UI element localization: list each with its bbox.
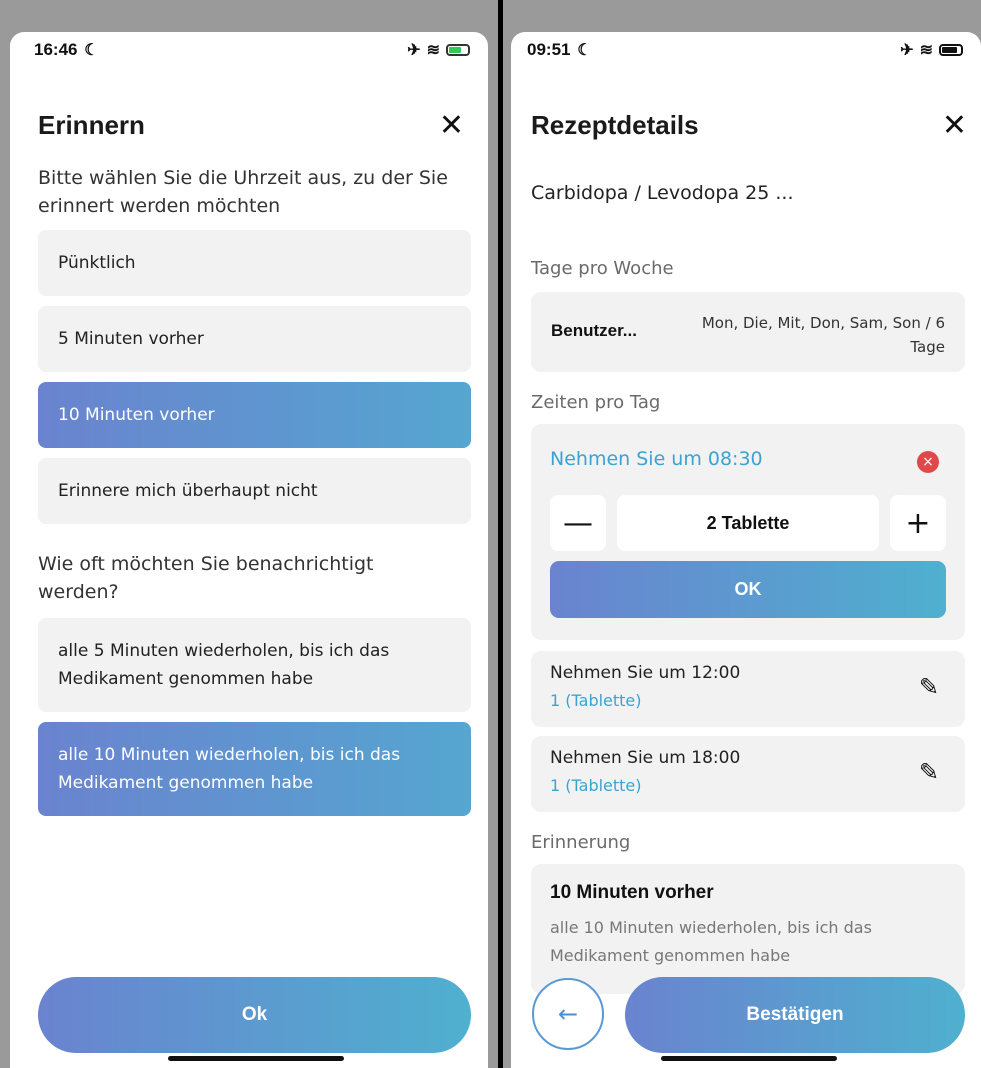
amount-value: 2 Tablette [617,495,879,551]
decrease-button[interactable]: — [550,495,606,551]
option-label: Erinnere mich überhaupt nicht [58,481,318,501]
wifi-icon: ≋ [426,42,440,59]
frequency-prompt: Wie oft möchten Sie benachrichtigt werde… [38,553,374,603]
battery-icon [939,44,963,56]
page-title: Rezeptdetails [531,110,699,140]
airplane-icon: ✈ [407,42,421,59]
home-indicator [661,1056,837,1061]
moon-icon: ☾ [84,42,99,59]
prescription-sheet: 09:51 ☾ ✈ ≋ Rezeptdetails ✕ Carbidopa / … [511,32,981,1068]
back-button[interactable]: ← [532,978,604,1050]
close-icon[interactable]: ✕ [439,108,464,143]
time-row-1800[interactable]: Nehmen Sie um 18:00 1 (Tablette) ✎ [531,736,965,812]
delete-time-icon[interactable]: × [917,451,939,473]
time-option-5-min[interactable]: 5 Minuten vorher [38,306,471,372]
reminder-card[interactable]: 10 Minuten vorher alle 10 Minuten wieder… [531,864,965,994]
time-option-on-time[interactable]: Pünktlich [38,230,471,296]
left-screen: 16:46 ☾ ✈ ≋ Erinnern ✕ Bitte wählen Sie … [0,0,498,1068]
take-time-label: Nehmen Sie um 18:00 [550,748,741,768]
time-edit-card: Nehmen Sie um 08:30 × — 2 Tablette + OK [531,424,965,640]
amount-label: 1 (Tablette) [550,776,642,795]
drug-name: Carbidopa / Levodopa 25 ... [531,182,794,204]
option-label: Pünktlich [58,253,136,273]
wifi-icon: ≋ [919,42,933,59]
option-label: alle 5 Minuten wiederholen, bis ich das … [58,641,390,689]
time-option-10-min[interactable]: 10 Minuten vorher [38,382,471,448]
option-label: 5 Minuten vorher [58,329,204,349]
ok-button[interactable]: Ok [38,977,471,1053]
arrow-left-icon: ← [557,1000,579,1028]
take-time-label: Nehmen Sie um 08:30 [550,448,763,470]
time-row-1200[interactable]: Nehmen Sie um 12:00 1 (Tablette) ✎ [531,651,965,727]
frequency-option-10-min[interactable]: alle 10 Minuten wiederholen, bis ich das… [38,722,471,816]
reminder-label: Erinnerung [531,832,631,853]
option-label: alle 10 Minuten wiederholen, bis ich das… [58,745,401,793]
reminder-desc: alle 10 Minuten wiederholen, bis ich das… [550,918,872,965]
page-title: Erinnern [38,110,145,140]
reminder-sheet: 16:46 ☾ ✈ ≋ Erinnern ✕ Bitte wählen Sie … [10,32,488,1068]
reminder-title: 10 Minuten vorher [550,882,714,903]
time-option-never[interactable]: Erinnere mich überhaupt nicht [38,458,471,524]
status-time: 16:46 [34,40,78,59]
status-bar: 16:46 ☾ ✈ ≋ [34,38,470,64]
right-screen: 09:51 ☾ ✈ ≋ Rezeptdetails ✕ Carbidopa / … [503,0,981,1068]
frequency-option-5-min[interactable]: alle 5 Minuten wiederholen, bis ich das … [38,618,471,712]
status-time: 09:51 [527,40,571,59]
days-card[interactable]: Benutzer... Mon, Die, Mit, Don, Sam, Son… [531,292,965,372]
amount-label: 1 (Tablette) [550,691,642,710]
increase-button[interactable]: + [890,495,946,551]
time-prompt: Bitte wählen Sie die Uhrzeit aus, zu der… [38,167,448,217]
battery-charging-icon [446,44,470,56]
option-label: 10 Minuten vorher [58,405,215,425]
edit-pencil-icon[interactable]: ✎ [919,758,939,786]
close-icon[interactable]: ✕ [942,108,967,143]
confirm-button[interactable]: Bestätigen [625,977,965,1053]
days-value: Mon, Die, Mit, Don, Sam, Son / 6 Tage [701,314,945,356]
take-time-label: Nehmen Sie um 12:00 [550,663,741,683]
days-mode: Benutzer... [551,321,637,340]
home-indicator [168,1056,344,1061]
days-label: Tage pro Woche [531,258,674,279]
status-bar: 09:51 ☾ ✈ ≋ [527,38,963,64]
moon-icon: ☾ [577,42,592,59]
time-ok-button[interactable]: OK [550,561,946,618]
airplane-icon: ✈ [900,42,914,59]
edit-pencil-icon[interactable]: ✎ [919,673,939,701]
times-label: Zeiten pro Tag [531,392,661,413]
